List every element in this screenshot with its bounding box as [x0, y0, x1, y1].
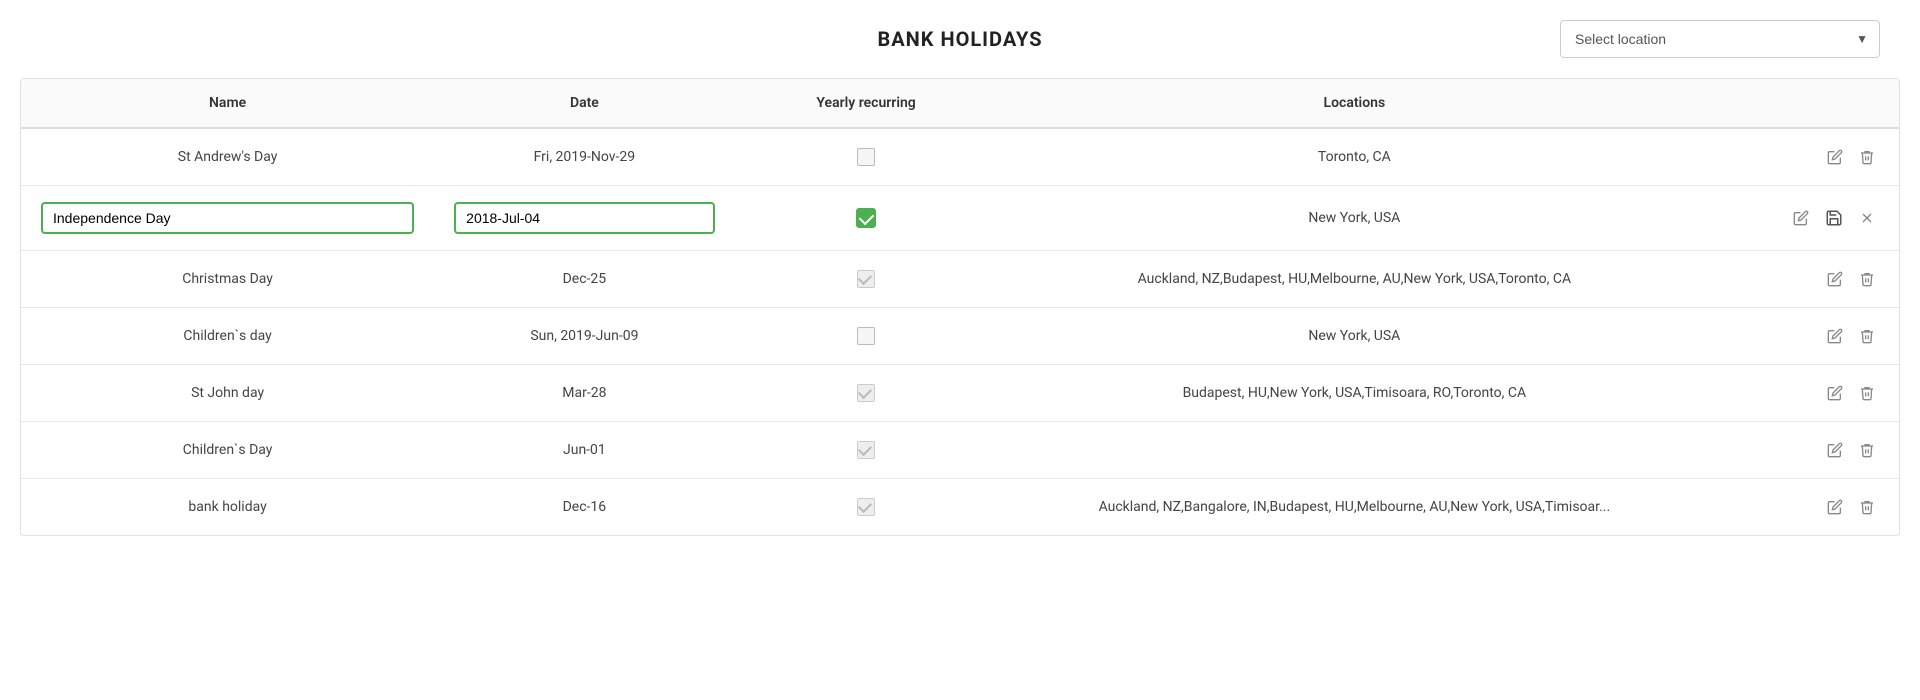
- cell-name: bank holiday: [21, 479, 434, 536]
- location-select[interactable]: Select location Toronto, CANew York, USA…: [1560, 20, 1880, 58]
- cell-date: Fri, 2019-Nov-29: [434, 128, 734, 186]
- delete-button[interactable]: [1855, 495, 1879, 519]
- cell-yearly-recurring: [735, 365, 998, 422]
- col-header-date: Date: [434, 79, 734, 128]
- cell-date: [434, 186, 734, 251]
- cell-locations: New York, USA: [998, 186, 1712, 251]
- checkbox-checked[interactable]: [856, 208, 876, 228]
- edit-button[interactable]: [1823, 267, 1847, 291]
- cell-yearly-recurring: [735, 308, 998, 365]
- cell-date: Dec-16: [434, 479, 734, 536]
- col-header-yearly-recurring: Yearly recurring: [735, 79, 998, 128]
- cell-yearly-recurring: [735, 251, 998, 308]
- cell-date: Sun, 2019-Jun-09: [434, 308, 734, 365]
- cell-locations: New York, USA: [998, 308, 1712, 365]
- cancel-button[interactable]: [1855, 206, 1879, 230]
- edit-date-input[interactable]: [454, 202, 714, 234]
- location-select-wrapper: Select location Toronto, CANew York, USA…: [1560, 20, 1880, 58]
- table-row: Children`s DayJun-01: [21, 422, 1899, 479]
- table-row: bank holidayDec-16 Auckland, NZ,Bangalore…: [21, 479, 1899, 536]
- edit-button[interactable]: [1823, 324, 1847, 348]
- save-button[interactable]: [1821, 205, 1847, 231]
- checkbox-gray[interactable]: [857, 441, 875, 459]
- cell-yearly-recurring: [735, 422, 998, 479]
- cell-locations: Auckland, NZ,Bangalore, IN,Budapest, HU,…: [998, 479, 1712, 536]
- cell-name: Children`s day: [21, 308, 434, 365]
- delete-button[interactable]: [1855, 267, 1879, 291]
- checkbox-empty[interactable]: [857, 148, 875, 166]
- col-header-name: Name: [21, 79, 434, 128]
- edit-button[interactable]: [1823, 495, 1847, 519]
- cell-yearly-recurring: [735, 128, 998, 186]
- col-header-locations: Locations: [998, 79, 1712, 128]
- cell-date: Mar-28: [434, 365, 734, 422]
- cell-actions: [1711, 365, 1899, 422]
- delete-button[interactable]: [1855, 381, 1879, 405]
- cell-name: St John day: [21, 365, 434, 422]
- table-header-row: Name Date Yearly recurring Locations: [21, 79, 1899, 128]
- cell-name: Christmas Day: [21, 251, 434, 308]
- table-row: St Andrew's DayFri, 2019-Nov-29 Toronto, …: [21, 128, 1899, 186]
- cell-actions: [1711, 128, 1899, 186]
- cell-locations: Toronto, CA: [998, 128, 1712, 186]
- cell-name: St Andrew's Day: [21, 128, 434, 186]
- cell-date: Jun-01: [434, 422, 734, 479]
- cell-locations: Auckland, NZ,Budapest, HU,Melbourne, AU,…: [998, 251, 1712, 308]
- edit-button[interactable]: [1823, 381, 1847, 405]
- table-row: Christmas DayDec-25 Auckland, NZ,Budapest…: [21, 251, 1899, 308]
- cell-name: [21, 186, 434, 251]
- delete-button[interactable]: [1855, 438, 1879, 462]
- checkbox-gray[interactable]: [857, 384, 875, 402]
- col-header-actions: [1711, 79, 1899, 128]
- cell-actions: [1711, 308, 1899, 365]
- bank-holidays-table-container: Name Date Yearly recurring Locations St …: [20, 78, 1900, 536]
- edit-button[interactable]: [1823, 145, 1847, 169]
- checkbox-gray[interactable]: [857, 498, 875, 516]
- delete-button[interactable]: [1855, 324, 1879, 348]
- edit-button[interactable]: [1789, 206, 1813, 230]
- delete-button[interactable]: [1855, 145, 1879, 169]
- table-row: New York, USA: [21, 186, 1899, 251]
- cell-locations: [998, 422, 1712, 479]
- table-row: Children`s daySun, 2019-Jun-09 New York, …: [21, 308, 1899, 365]
- bank-holidays-table: Name Date Yearly recurring Locations St …: [21, 79, 1899, 535]
- page-title: BANK HOLIDAYS: [653, 27, 1266, 51]
- cell-actions: [1711, 186, 1899, 251]
- cell-yearly-recurring: [735, 186, 998, 251]
- edit-name-input[interactable]: [41, 202, 414, 234]
- cell-actions: [1711, 422, 1899, 479]
- cell-yearly-recurring: [735, 479, 998, 536]
- table-row: St John dayMar-28 Budapest, HU,New York, …: [21, 365, 1899, 422]
- checkbox-empty[interactable]: [857, 327, 875, 345]
- cell-name: Children`s Day: [21, 422, 434, 479]
- cell-date: Dec-25: [434, 251, 734, 308]
- cell-locations: Budapest, HU,New York, USA,Timisoara, RO…: [998, 365, 1712, 422]
- cell-actions: [1711, 479, 1899, 536]
- page-header: BANK HOLIDAYS Select location Toronto, C…: [0, 0, 1920, 68]
- edit-button[interactable]: [1823, 438, 1847, 462]
- cell-actions: [1711, 251, 1899, 308]
- checkbox-gray[interactable]: [857, 270, 875, 288]
